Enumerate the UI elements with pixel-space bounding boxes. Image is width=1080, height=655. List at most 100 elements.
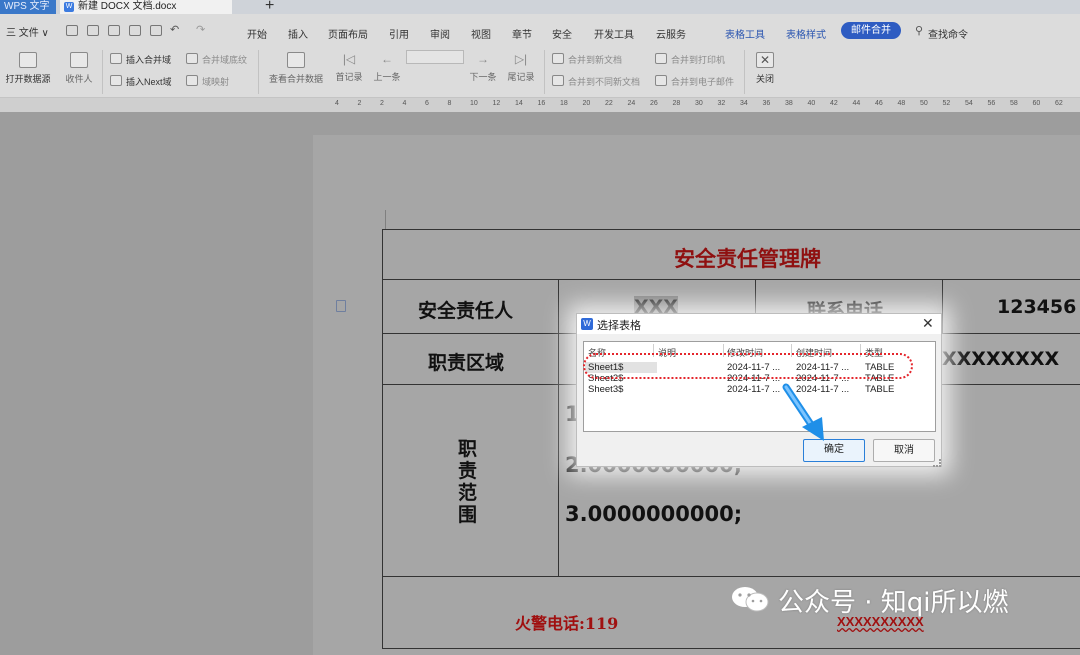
merge-to-diff-doc-label: 合并到不同新文档 <box>568 77 641 87</box>
first-record-button[interactable]: |◁ 首记录 <box>332 52 366 83</box>
menu-view[interactable]: 视图 <box>471 26 491 41</box>
save-icon[interactable] <box>87 25 99 36</box>
ruler-tick: 54 <box>965 100 973 107</box>
first-record-label: 首记录 <box>335 72 363 82</box>
menu-section[interactable]: 章节 <box>512 26 532 41</box>
print-icon[interactable] <box>108 25 120 36</box>
app-tab[interactable]: WPS 文字 <box>0 0 56 14</box>
last-record-button[interactable]: ▷| 尾记录 <box>504 52 538 83</box>
view-merged-data-label: 查看合并数据 <box>268 74 323 84</box>
open-data-source-label: 打开数据源 <box>5 74 51 84</box>
merge-to-printer-button[interactable]: 合并到打印机 <box>655 53 725 66</box>
dialog-title: 选择表格 <box>597 320 641 332</box>
ruler-tick: 4 <box>335 100 339 107</box>
view-data-icon <box>287 52 305 68</box>
undo-icon[interactable]: ↶ <box>170 23 179 36</box>
menu-cloud[interactable]: 云服务 <box>656 26 686 41</box>
field-map-icon <box>186 75 198 86</box>
ruler-tick: 36 <box>762 100 771 107</box>
close-icon: ✕ <box>756 52 774 68</box>
table-line <box>558 279 559 576</box>
recipients-button[interactable]: 收件人 <box>60 52 98 85</box>
document-tab[interactable]: W 新建 DOCX 文档.docx <box>60 0 232 14</box>
ruler-tick: 10 <box>470 100 478 107</box>
select-table-dialog[interactable]: W 选择表格 ✕ 名称 说明 修改时间 创建时间 类型 Sheet1$ 2024… <box>576 313 942 467</box>
dialog-close-button[interactable]: ✕ <box>922 315 934 332</box>
scope-line-3: 3.0000000000; <box>565 502 743 526</box>
insert-next-field-button[interactable]: 插入Next域 <box>110 75 172 88</box>
left-margin-area <box>0 112 1 642</box>
merge-to-diff-doc-button[interactable]: 合并到不同新文档 <box>552 75 640 88</box>
row-name[interactable]: Sheet3$ <box>588 384 623 395</box>
merge-to-email-button[interactable]: 合并到电子邮件 <box>655 75 734 88</box>
menu-home[interactable]: 开始 <box>247 26 267 41</box>
insert-next-field-label: 插入Next域 <box>126 77 172 87</box>
next-record-button[interactable]: → 下一条 <box>466 52 500 83</box>
merge-to-new-doc-button[interactable]: 合并到新文档 <box>552 53 622 66</box>
format-painter-icon[interactable] <box>150 25 162 36</box>
scope-label-char: 范 <box>458 482 478 504</box>
field-map-button[interactable]: 域映射 <box>186 75 229 88</box>
new-tab-button[interactable]: + <box>265 0 274 15</box>
merge-field-icon <box>110 53 122 64</box>
close-mail-merge-button[interactable]: ✕ 关闭 <box>750 52 780 85</box>
print-preview-icon[interactable] <box>129 25 141 36</box>
open-icon[interactable] <box>66 25 78 36</box>
document-tab-label: 新建 DOCX 文档.docx <box>78 1 177 12</box>
insert-merge-field-button[interactable]: 插入合并域 <box>110 53 171 66</box>
ruler-tick: 46 <box>875 100 883 107</box>
ruler-tick: 4 <box>402 100 407 107</box>
merge-to-email-label: 合并到电子邮件 <box>671 77 735 87</box>
menu-references[interactable]: 引用 <box>389 26 409 41</box>
ruler-tick: 12 <box>492 100 501 107</box>
paragraph-menu-icon[interactable] <box>336 300 346 312</box>
menu-developer[interactable]: 开发工具 <box>594 26 634 41</box>
ruler-tick: 30 <box>695 100 703 107</box>
menu-insert[interactable]: 插入 <box>288 26 308 41</box>
open-data-source-button[interactable]: 打开数据源 <box>0 52 56 85</box>
watermark: 公众号 · 知qi所以燃 <box>730 580 1080 620</box>
cancel-button[interactable]: 取消 <box>873 439 935 462</box>
resize-grip-icon[interactable] <box>933 459 941 467</box>
ruler-tick: 44 <box>852 100 861 107</box>
ruler-tick: 34 <box>740 100 748 107</box>
menu-table-style[interactable]: 表格样式 <box>786 26 826 41</box>
ruler-tick: 2 <box>380 100 384 107</box>
ruler-tick: 16 <box>537 100 546 107</box>
wps-app-icon: W <box>581 318 593 330</box>
shading-icon <box>186 53 198 64</box>
scope-label-char: 围 <box>458 504 478 526</box>
ruler-tick: 62 <box>1055 100 1063 107</box>
menu-mail-merge[interactable]: 邮件合并 <box>841 22 901 39</box>
scope-label-char: 职 <box>458 438 478 460</box>
ruler-tick: 32 <box>717 100 726 107</box>
diff-doc-icon <box>552 75 564 86</box>
merge-field-shading-button[interactable]: 合并域底纹 <box>186 53 247 66</box>
next-record-icon: → <box>477 52 489 66</box>
ruler-tick: 20 <box>582 100 591 107</box>
last-record-icon: ▷| <box>514 52 528 66</box>
ruler-tick: 2 <box>357 100 362 107</box>
search-command[interactable]: 查找命令 <box>928 26 968 41</box>
blue-arrow-icon <box>782 383 824 441</box>
search-icon[interactable]: ⚲ <box>915 24 923 37</box>
menu-security[interactable]: 安全 <box>552 26 572 41</box>
printer-icon <box>655 53 667 64</box>
next-field-icon <box>110 75 122 86</box>
phone-value: 123456 <box>997 296 1077 318</box>
table-line <box>942 279 943 333</box>
first-record-icon: |◁ <box>342 52 356 66</box>
menu-review[interactable]: 审阅 <box>430 26 450 41</box>
ruler-tick: 26 <box>650 100 658 107</box>
prev-record-button[interactable]: ← 上一条 <box>370 52 404 83</box>
row-modified[interactable]: 2024-11-7 ... <box>727 384 780 395</box>
redo-icon[interactable]: ↷ <box>196 23 205 36</box>
ruler-tick: 50 <box>920 100 928 107</box>
table-line <box>382 279 1080 280</box>
menu-page-layout[interactable]: 页面布局 <box>328 26 368 41</box>
menu-table-tools[interactable]: 表格工具 <box>725 26 765 41</box>
view-merged-data-button[interactable]: 查看合并数据 <box>264 52 328 85</box>
record-number-input[interactable] <box>406 50 464 64</box>
row-type[interactable]: TABLE <box>865 384 894 395</box>
file-menu[interactable]: 三 文件 ∨ <box>6 24 49 39</box>
